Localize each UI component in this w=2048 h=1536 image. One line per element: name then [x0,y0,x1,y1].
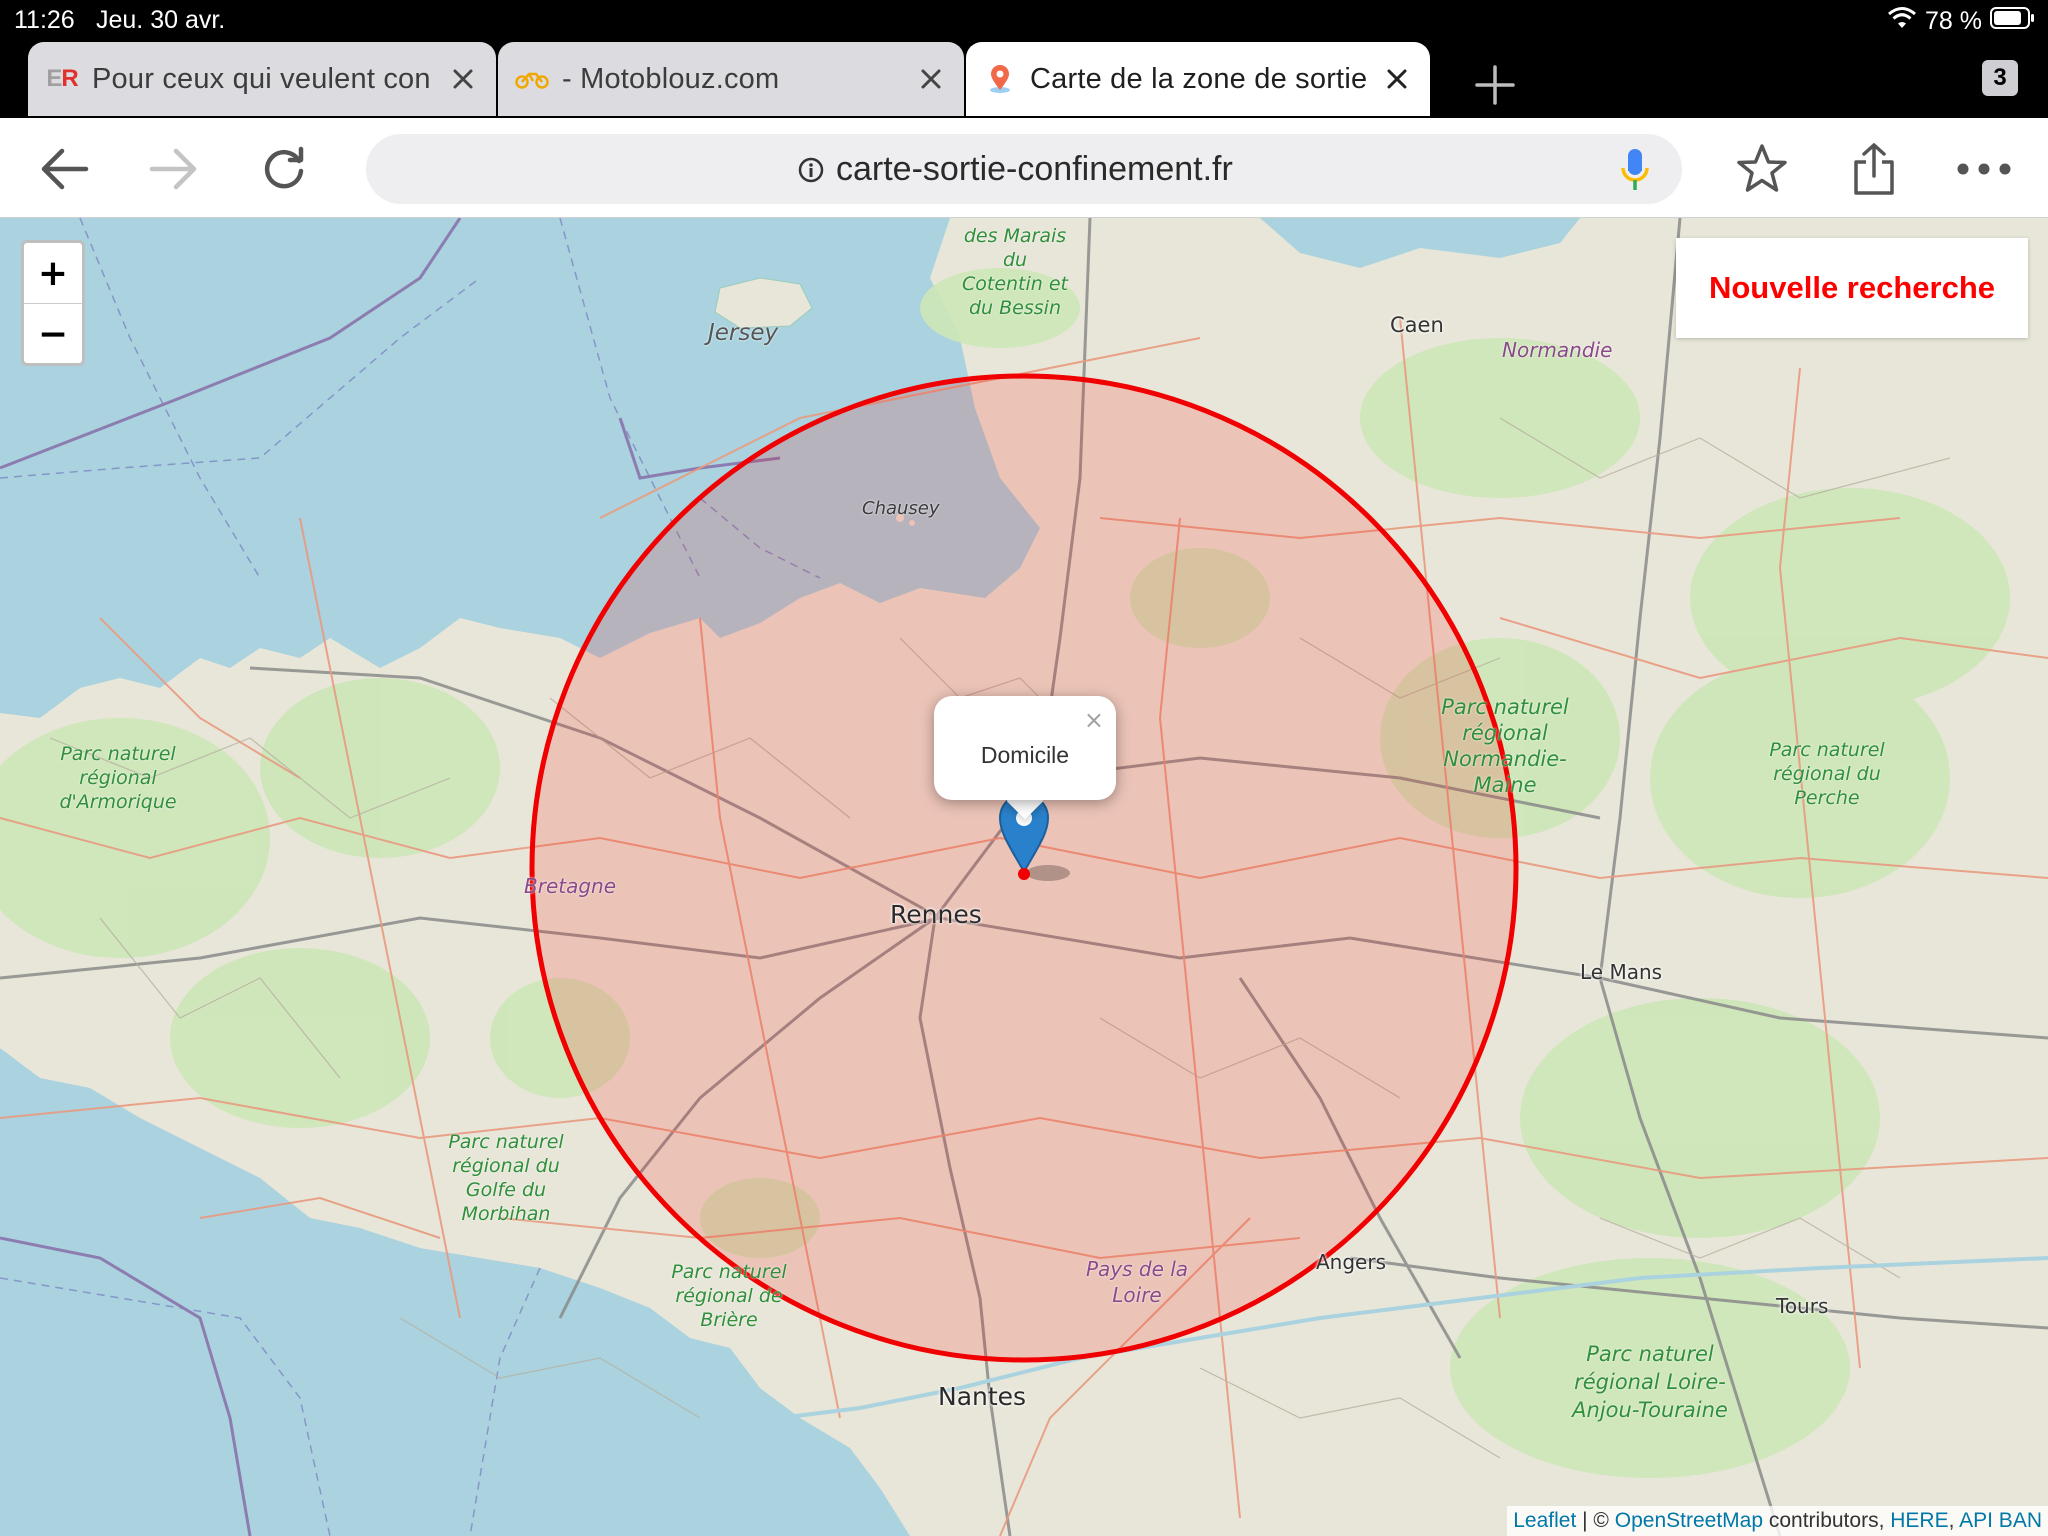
status-bar: 11:26 Jeu. 30 avr. 78 % [0,0,2048,40]
forward-button[interactable] [145,140,203,198]
tab-title: Pour ceux qui veulent con [92,62,431,95]
tab-motoblouz[interactable]: - Motoblouz.com [498,42,964,116]
address-bar[interactable]: carte-sortie-confinement.fr [366,134,1682,204]
status-time: 11:26 [14,6,75,34]
menu-button[interactable] [1955,140,2013,198]
forward-arrow-icon [149,148,197,190]
close-tab-icon[interactable] [446,62,480,96]
url-text: carte-sortie-confinement.fr [836,150,1233,188]
popup-close-button[interactable]: × [1084,706,1104,734]
microphone-icon[interactable] [1620,147,1650,198]
info-icon[interactable] [798,157,824,188]
motorcycle-favicon-icon [514,61,550,97]
tab-title: - Motoblouz.com [562,62,780,95]
tab-carte-zone[interactable]: Carte de la zone de sortie [966,42,1430,116]
tab-strip: ER Pour ceux qui veulent con - Motoblouz… [0,40,2048,118]
map-view[interactable]: Jersey Chausey Caen Normandie Bretagne R… [0,218,2048,1536]
reload-button[interactable] [255,140,313,198]
close-tab-icon[interactable] [914,62,948,96]
attribution-contributors: contributors, [1763,1509,1891,1532]
battery-percent: 78 % [1925,6,1982,35]
new-search-button[interactable]: Nouvelle recherche [1676,238,2028,338]
reload-icon [264,146,304,189]
status-right: 78 % [1887,4,2036,38]
here-link[interactable]: HERE [1890,1509,1948,1532]
tab-count-button[interactable]: 3 [1982,60,2018,96]
map-tiles[interactable] [0,218,2048,1536]
zoom-in-button[interactable]: + [24,243,82,304]
osm-link[interactable]: OpenStreetMap [1615,1509,1763,1532]
share-button[interactable] [1845,140,1903,198]
plus-icon [1475,65,1515,105]
battery-icon [1990,6,2036,37]
tab-title: Carte de la zone de sortie [1030,62,1368,95]
wifi-icon [1887,6,1917,37]
new-tab-button[interactable] [1470,60,1520,110]
zoom-control: + − [21,240,85,366]
map-pin-favicon-icon [982,61,1018,97]
share-icon [1854,143,1894,195]
map-attribution: Leaflet | © OpenStreetMap contributors, … [1507,1506,2048,1536]
star-icon [1737,144,1787,192]
browser-toolbar: carte-sortie-confinement.fr [0,118,2048,218]
status-date: Jeu. 30 avr. [96,6,226,34]
zoom-out-button[interactable]: − [24,304,82,363]
more-dots-icon [1957,163,2011,175]
attribution-separator: | © [1576,1509,1615,1532]
back-button[interactable] [35,140,93,198]
close-tab-icon[interactable] [1380,62,1414,96]
tab-pour-ceux[interactable]: ER Pour ceux qui veulent con [28,42,496,116]
er-favicon-icon: ER [46,65,78,92]
marker-popup: × Domicile [934,696,1116,800]
bookmark-button[interactable] [1733,140,1791,198]
popup-text: Domicile [980,742,1070,768]
attribution-comma: , [1948,1509,1960,1532]
api-ban-link[interactable]: API BAN [1959,1509,2042,1532]
back-arrow-icon [41,148,89,190]
leaflet-link[interactable]: Leaflet [1513,1509,1576,1532]
